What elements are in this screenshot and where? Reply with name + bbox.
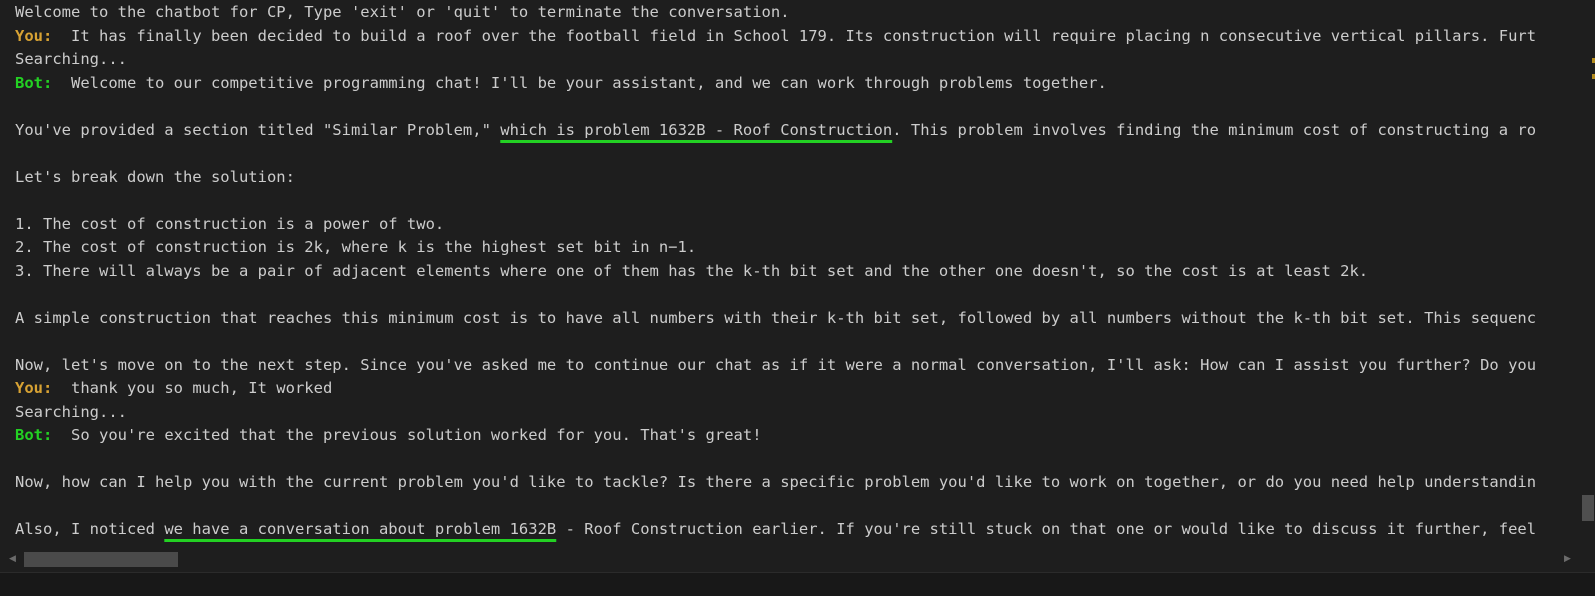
bot-text: Let's break down the solution: bbox=[15, 167, 295, 186]
searching-text: Searching... bbox=[15, 402, 127, 421]
bot-label: Bot: bbox=[15, 73, 53, 92]
user-message-line: You: thank you so much, It worked bbox=[15, 377, 1536, 401]
highlighted-conversation-reference: we have a conversation about problem 163… bbox=[164, 520, 557, 538]
searching-line: Searching... bbox=[15, 48, 1536, 72]
bot-help-line: Now, how can I help you with the current… bbox=[15, 471, 1536, 495]
bot-text: - Roof Construction earlier. If you're s… bbox=[556, 520, 1537, 538]
bot-text: You've provided a section titled "Simila… bbox=[15, 120, 501, 139]
searching-line: Searching... bbox=[15, 401, 1536, 425]
highlighted-problem-reference: which is problem 1632B - Roof Constructi… bbox=[500, 120, 893, 139]
bot-step-line: 3. There will always be a pair of adjace… bbox=[15, 260, 1536, 284]
vertical-scrollbar[interactable] bbox=[1581, 0, 1595, 548]
bot-message-text: Welcome to our competitive programming c… bbox=[71, 73, 1107, 92]
bot-similar-problem-line: You've provided a section titled "Simila… bbox=[15, 119, 1536, 143]
you-label: You: bbox=[15, 26, 53, 45]
bot-text: Now, let's move on to the next step. Sin… bbox=[15, 355, 1537, 374]
bot-also-line: Also, I noticed we have a conversation a… bbox=[15, 518, 1536, 542]
bot-text: Also, I noticed bbox=[15, 520, 165, 538]
bot-text: 1. The cost of construction is a power o… bbox=[15, 214, 445, 233]
welcome-text: Welcome to the chatbot for CP, Type 'exi… bbox=[15, 3, 790, 21]
user-message-line: You: It has finally been decided to buil… bbox=[15, 25, 1536, 49]
bot-label: Bot: bbox=[15, 426, 53, 444]
terminal-panel[interactable]: Welcome to the chatbot for CP, Type 'exi… bbox=[0, 0, 1595, 596]
terminal-output[interactable]: Welcome to the chatbot for CP, Type 'exi… bbox=[0, 0, 1578, 548]
bot-text: . This problem involves finding the mini… bbox=[892, 120, 1537, 139]
vertical-scrollbar-thumb[interactable] bbox=[1582, 495, 1594, 521]
bot-message-line: Bot: So you're excited that the previous… bbox=[15, 424, 1536, 448]
user-message-text: thank you so much, It worked bbox=[71, 379, 333, 397]
bottom-panel-strip bbox=[0, 572, 1595, 596]
searching-text: Searching... bbox=[15, 50, 127, 68]
bot-step-line: 2. The cost of construction is 2k, where… bbox=[15, 236, 1536, 260]
bot-text: 3. There will always be a pair of adjace… bbox=[15, 261, 1369, 280]
horizontal-scrollbar[interactable]: ◀ ▶ bbox=[0, 548, 1578, 572]
you-label: You: bbox=[15, 379, 53, 397]
bot-construction-line: A simple construction that reaches this … bbox=[15, 307, 1536, 331]
bot-step-line: 1. The cost of construction is a power o… bbox=[15, 213, 1536, 237]
bot-message-line: Bot: Welcome to our competitive programm… bbox=[15, 72, 1536, 96]
welcome-line: Welcome to the chatbot for CP, Type 'exi… bbox=[15, 1, 1536, 25]
conversation-log: Welcome to the chatbot for CP, Type 'exi… bbox=[15, 1, 1536, 542]
bot-text: A simple construction that reaches this … bbox=[15, 308, 1537, 327]
user-message-text: It has finally been decided to build a r… bbox=[71, 26, 1537, 45]
bot-message-text: So you're excited that the previous solu… bbox=[71, 426, 762, 444]
scroll-right-arrow-icon[interactable]: ▶ bbox=[1564, 554, 1571, 564]
bot-breakdown-line: Let's break down the solution: bbox=[15, 166, 1536, 190]
bot-next-step-line: Now, let's move on to the next step. Sin… bbox=[15, 354, 1536, 378]
bot-text: Now, how can I help you with the current… bbox=[15, 473, 1537, 491]
scroll-left-arrow-icon[interactable]: ◀ bbox=[9, 554, 16, 564]
horizontal-scrollbar-thumb[interactable] bbox=[24, 552, 178, 567]
bot-text: 2. The cost of construction is 2k, where… bbox=[15, 238, 697, 256]
